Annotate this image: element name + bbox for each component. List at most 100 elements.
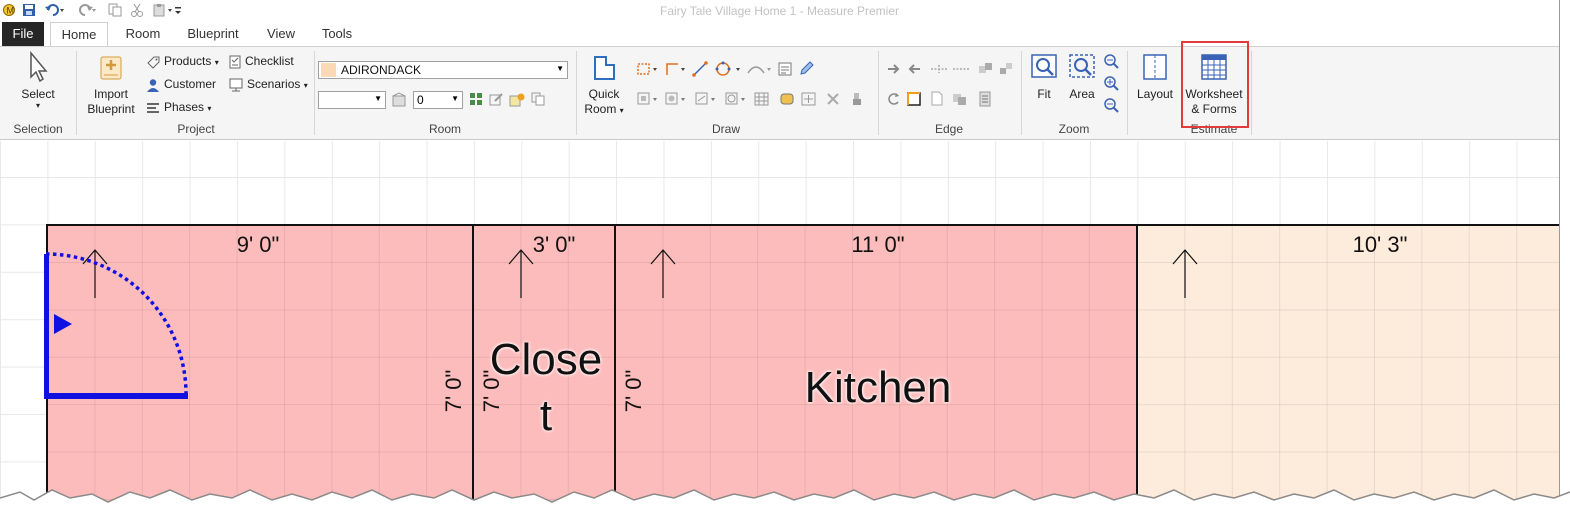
drawing-canvas[interactable]: 9' 0" 7' 0" 3' 0" 7' 0" Close t 11' 0" 7… (0, 141, 1559, 512)
products-label: Products (164, 54, 212, 68)
add-room-icon[interactable] (509, 92, 525, 113)
zoom-fit-icon (1031, 54, 1057, 78)
tab-room[interactable]: Room (118, 22, 168, 46)
extra-tool-icon[interactable] (850, 91, 864, 112)
scenarios-label: Scenarios (247, 77, 301, 91)
app-window: M Fairy Tale Village Home 1 - Measure Pr… (0, 0, 1560, 512)
edge-calc-icon[interactable] (978, 91, 992, 112)
zoom-fit-label: Fit (1037, 87, 1051, 101)
ribbon-tabs: File Home Room Blueprint View Tools (0, 22, 1559, 47)
group-separator (76, 51, 77, 135)
tab-tools[interactable]: Tools (314, 22, 360, 46)
layout-button[interactable]: Layout (1131, 51, 1179, 102)
customer-button[interactable]: Customer (146, 75, 216, 93)
window-title: Fairy Tale Village Home 1 - Measure Prem… (660, 4, 899, 18)
products-icon (147, 56, 160, 69)
edge-back-icon[interactable] (906, 61, 922, 82)
edge-merge-icon[interactable] (998, 61, 1014, 82)
up-arrow-icon (508, 249, 534, 298)
room-1[interactable]: 9' 0" 7' 0" (44, 224, 474, 512)
select-button[interactable]: Select ▾ (12, 51, 64, 110)
import-label-1: Import (93, 87, 128, 101)
tab-file[interactable]: File (2, 22, 44, 46)
zoom-area-icon (1069, 54, 1095, 78)
chevron-down-icon: ▼ (556, 64, 564, 73)
phases-label: Phases (164, 100, 205, 114)
edge-add-icon[interactable] (930, 61, 948, 82)
import-blueprint-icon (100, 56, 122, 80)
products-button[interactable]: Products ▾ (146, 52, 219, 70)
grid-icon[interactable] (469, 92, 483, 111)
group-separator (1251, 51, 1252, 135)
room-number-select[interactable]: 0 ▼ (413, 91, 463, 109)
quick-room-label-2: Room (584, 102, 617, 116)
room-3-name: Kitchen (804, 363, 952, 412)
room-style-icon[interactable] (391, 92, 407, 113)
customer-label: Customer (164, 77, 217, 91)
room-number-value: 0 (417, 93, 424, 107)
checklist-button[interactable]: Checklist (229, 52, 294, 70)
scenarios-button[interactable]: Scenarios ▾ (229, 75, 308, 93)
zoom-fit-button[interactable]: Fit (1026, 51, 1062, 102)
quick-room-button[interactable]: Quick Room ▾ (580, 51, 628, 118)
tab-blueprint[interactable]: Blueprint (178, 22, 248, 46)
table-tool-icon[interactable] (754, 91, 770, 112)
ribbon-home: Select ▾ Selection Import Blueprint Prod… (0, 46, 1559, 140)
rectangle-tool-icon[interactable] (636, 61, 660, 82)
corner-tool-icon[interactable] (664, 61, 688, 82)
group-label-edge: Edge (934, 122, 964, 136)
circle-tool-icon[interactable] (714, 61, 744, 82)
line-tool-icon[interactable] (692, 61, 708, 82)
draw-option-3-icon[interactable] (694, 91, 718, 112)
room-1-height-dim: 7' 0" (441, 369, 466, 413)
layout-label: Layout (1136, 87, 1174, 101)
product-select[interactable]: ADIRONDACK ▼ (318, 61, 568, 79)
customer-icon (147, 79, 159, 92)
chevron-down-icon: ▼ (451, 94, 459, 103)
chevron-down-icon: ▼ (374, 94, 382, 103)
room-4-width-dim: 10' 3" (1352, 232, 1408, 257)
edge-rotate-icon[interactable] (886, 91, 902, 112)
shape-tool-icon[interactable] (778, 91, 796, 112)
zoom-area-button[interactable]: Area (1064, 51, 1100, 102)
resize-tool-icon[interactable] (800, 91, 818, 112)
room-3[interactable]: 11' 0" 7' 0" Kitchen (614, 224, 1138, 512)
draw-option-2-icon[interactable] (664, 91, 688, 112)
torn-edge (0, 489, 1570, 526)
edge-select-icon[interactable] (906, 91, 922, 112)
copy-room-icon[interactable] (531, 92, 545, 111)
room-2-name-line-2: t (539, 391, 553, 440)
quick-room-label-1: Quick (588, 87, 620, 101)
group-label-selection: Selection (13, 122, 63, 136)
group-label-zoom: Zoom (1058, 122, 1090, 136)
arc-tool-icon[interactable] (746, 61, 774, 82)
edge-forward-icon[interactable] (886, 61, 902, 82)
tab-home[interactable]: Home (50, 22, 108, 47)
delete-tool-icon[interactable] (826, 91, 840, 112)
cursor-icon (30, 51, 48, 83)
phases-button[interactable]: Phases ▾ (146, 98, 211, 116)
style-select[interactable]: ▼ (318, 91, 386, 109)
zoom-previous-icon[interactable] (1103, 53, 1119, 74)
up-arrow-icon (1172, 249, 1198, 298)
tab-view[interactable]: View (258, 22, 304, 46)
room-4[interactable]: 10' 3" (1136, 224, 1559, 512)
door-swing-icon[interactable] (44, 250, 194, 400)
edge-copy-icon[interactable] (952, 91, 968, 112)
scenarios-icon (229, 78, 243, 92)
highlight-box (1181, 41, 1249, 128)
title-bar: M Fairy Tale Village Home 1 - Measure Pr… (0, 0, 1559, 22)
zoom-out-icon[interactable] (1103, 97, 1119, 118)
zoom-in-icon[interactable] (1103, 75, 1119, 96)
edit-room-icon[interactable] (489, 92, 503, 111)
draw-option-1-icon[interactable] (636, 91, 660, 112)
pencil-tool-icon[interactable] (798, 61, 814, 82)
checklist-icon (229, 55, 241, 69)
room-2[interactable]: 3' 0" 7' 0" Close t (472, 224, 616, 512)
notes-tool-icon[interactable] (778, 61, 792, 82)
import-blueprint-button[interactable]: Import Blueprint (80, 51, 142, 117)
edge-remove-icon[interactable] (952, 61, 970, 82)
edge-doc-icon[interactable] (930, 91, 944, 112)
edge-split-icon[interactable] (978, 61, 994, 82)
draw-option-4-icon[interactable] (724, 91, 748, 112)
